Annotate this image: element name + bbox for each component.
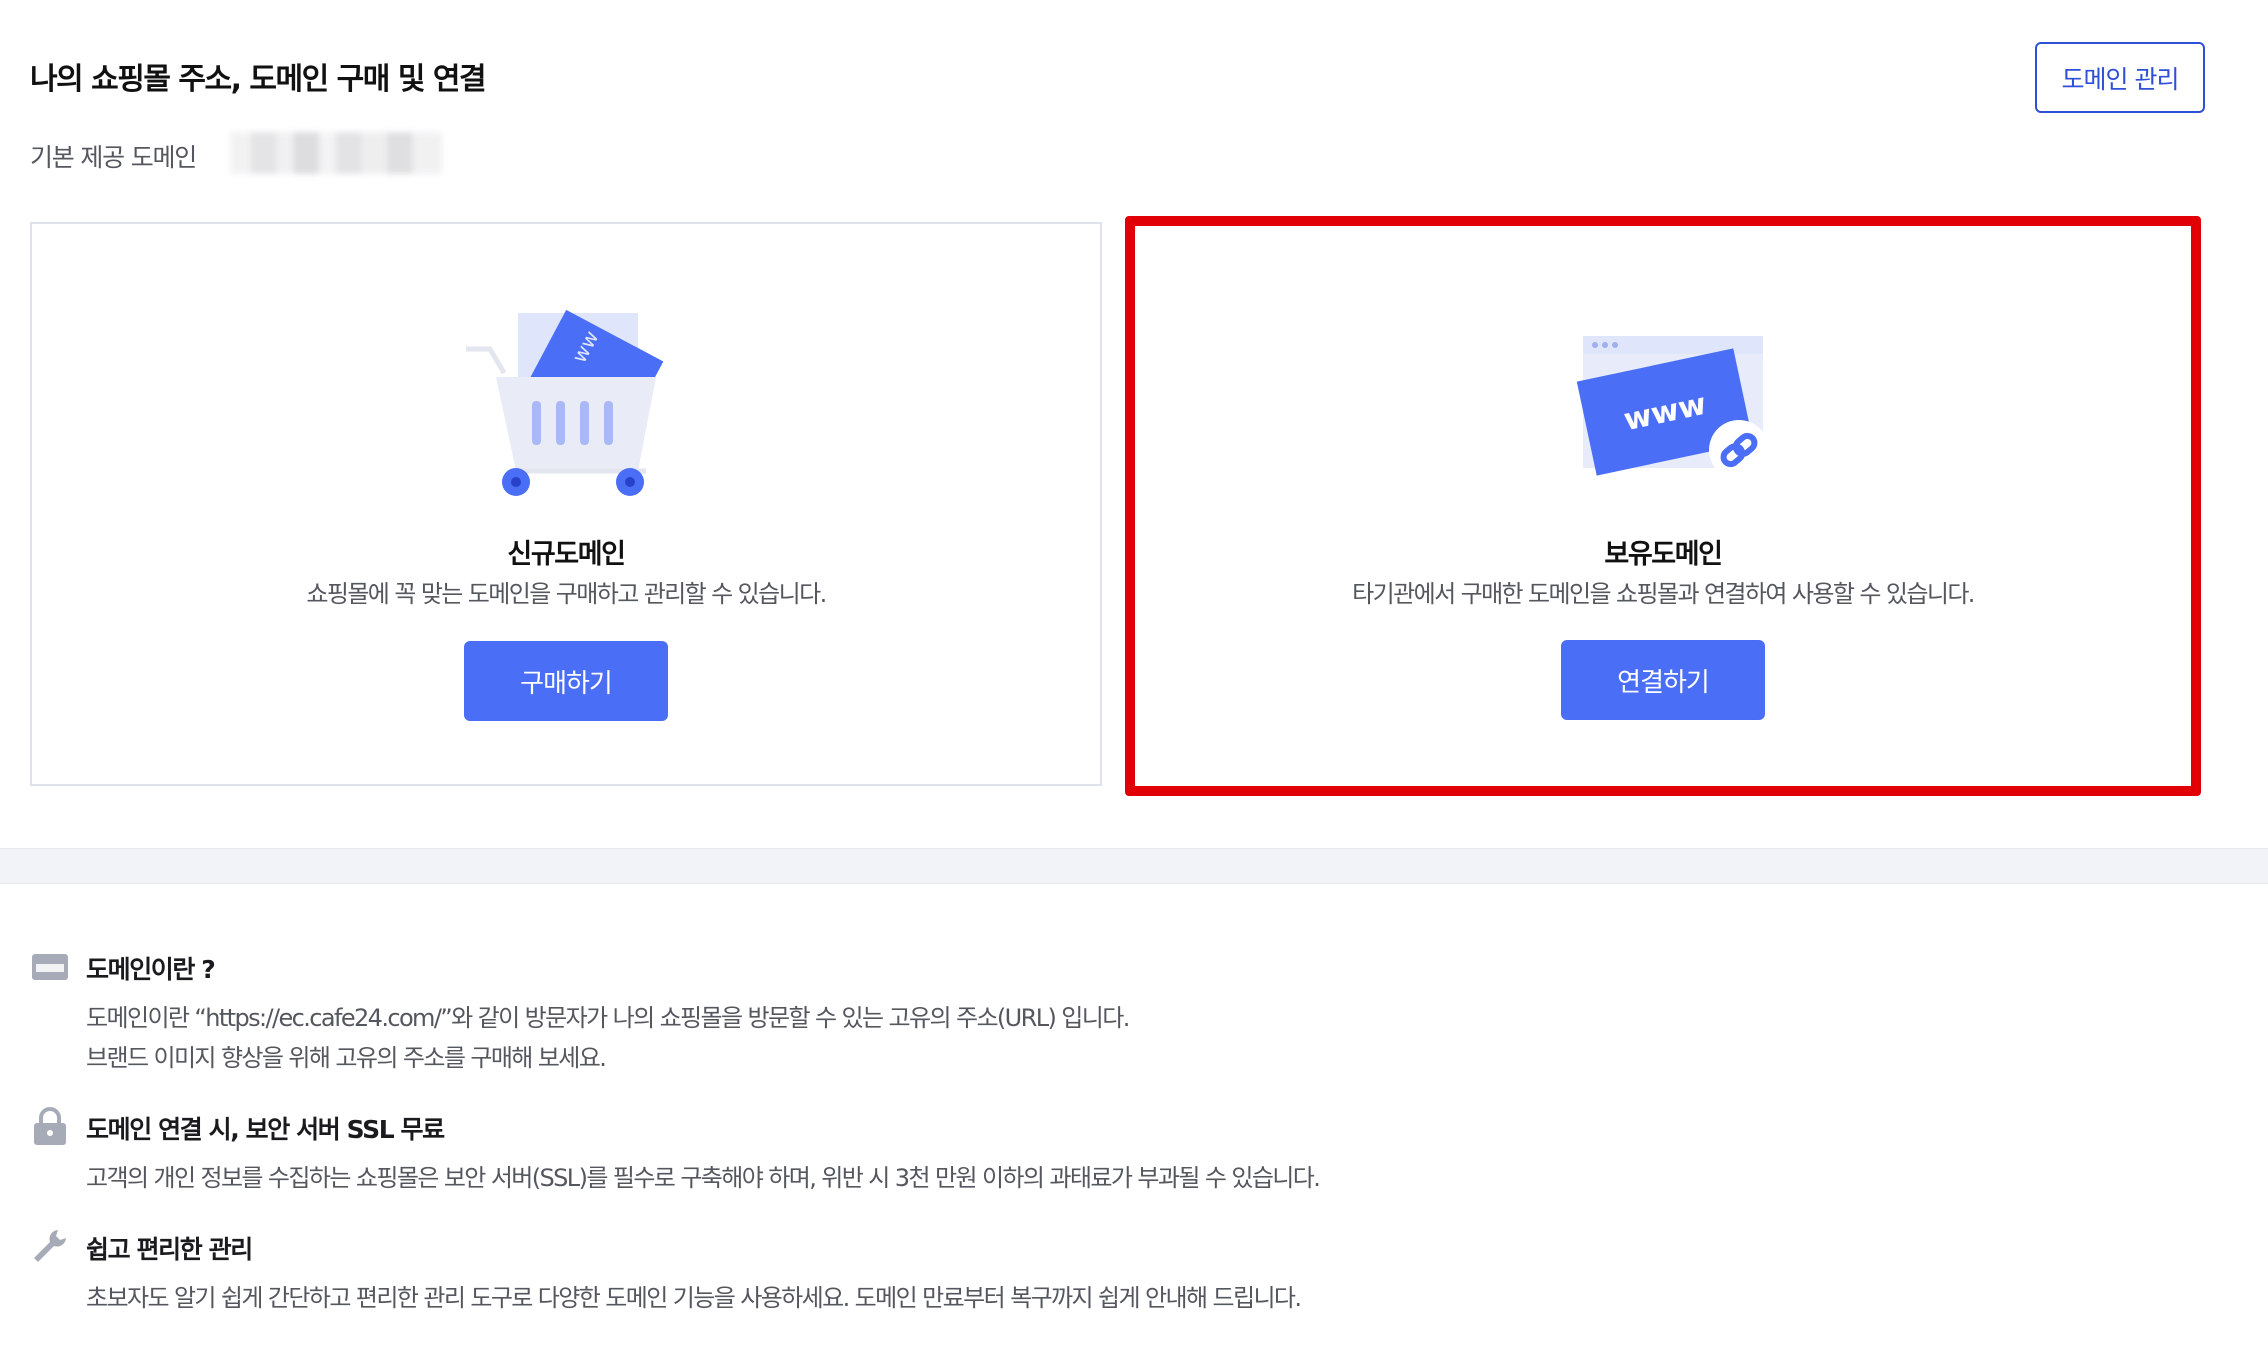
new-domain-title: 신규도메인 <box>507 539 626 570</box>
owned-domain-title: 보유도메인 <box>1604 539 1723 570</box>
page-title: 나의 쇼핑몰 주소, 도메인 구매 및 연결 <box>30 62 487 97</box>
default-domain-label: 기본 제공 도메인 <box>30 143 197 172</box>
info-title: 도메인이란 ? <box>86 955 216 984</box>
shopping-cart-icon: ww <box>466 309 664 496</box>
lock-icon <box>34 1107 66 1145</box>
default-domain-value-redacted <box>230 132 442 174</box>
connect-button[interactable]: 연결하기 <box>1561 640 1765 720</box>
info-line: 도메인이란 “https://ec.cafe24.com/”와 같이 방문자가 … <box>86 1004 1130 1032</box>
domain-info-section: 도메인이란 ? 도메인이란 “https://ec.cafe24.com/”와 … <box>0 884 2268 1372</box>
purchase-button[interactable]: 구매하기 <box>464 641 668 721</box>
info-line: 고객의 개인 정보를 수집하는 쇼핑몰은 보안 서버(SSL)를 필수로 구축해… <box>86 1164 1321 1192</box>
domain-setup-section: 나의 쇼핑몰 주소, 도메인 구매 및 연결 도메인 관리 기본 제공 도메인 … <box>0 0 2268 848</box>
owned-domain-description: 타기관에서 구매한 도메인을 쇼핑몰과 연결하여 사용할 수 있습니다. <box>1352 580 1975 608</box>
info-line: 초보자도 알기 쉽게 간단하고 편리한 관리 도구로 다양한 도메인 기능을 사… <box>86 1284 1302 1312</box>
section-divider <box>0 848 2268 884</box>
info-line: 브랜드 이미지 향상을 위해 고유의 주소를 구매해 보세요. <box>86 1044 607 1072</box>
owned-domain-card: www 보유도메인 타기관에서 구매한 도메인을 쇼핑몰과 연결하여 사용할 수… <box>1125 216 2201 796</box>
info-title: 쉽고 편리한 관리 <box>86 1235 253 1264</box>
domain-manage-button[interactable]: 도메인 관리 <box>2035 42 2205 113</box>
new-domain-description: 쇼핑몰에 꼭 맞는 도메인을 구매하고 관리할 수 있습니다. <box>306 580 827 608</box>
new-domain-card: ww 신규도메인 쇼핑몰에 꼭 맞는 도메인을 구매하고 관리할 수 있습니다.… <box>30 222 1102 786</box>
www-link-icon: www <box>1576 336 1769 480</box>
info-title: 도메인 연결 시, 보안 서버 SSL 무료 <box>86 1115 445 1144</box>
www-card-icon <box>32 954 68 980</box>
wrench-icon <box>34 1230 66 1262</box>
